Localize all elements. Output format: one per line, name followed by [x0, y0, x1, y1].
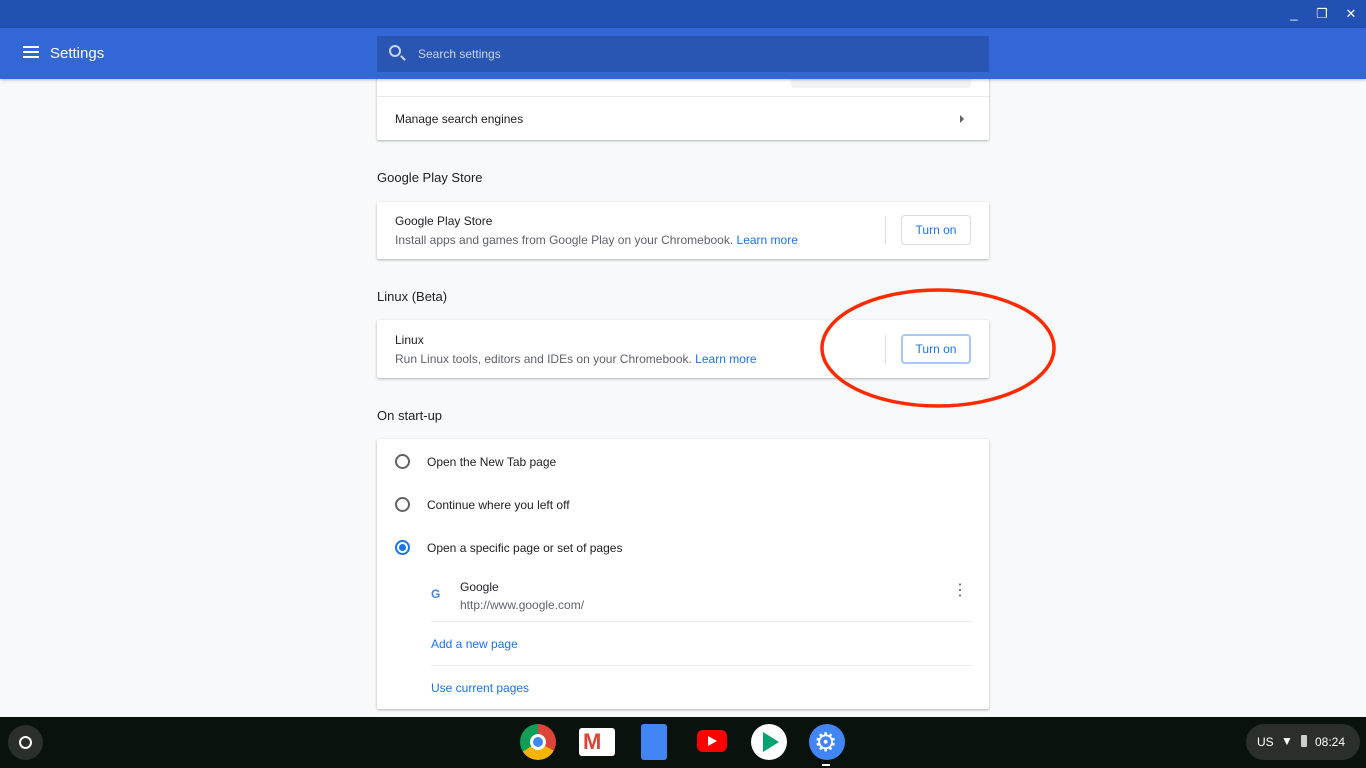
play-store-app-icon[interactable]: [751, 724, 787, 760]
settings-app-icon[interactable]: ⚙: [809, 724, 845, 760]
section-linux: Linux (Beta): [377, 289, 448, 304]
status-tray[interactable]: US ▼ 08:24: [1246, 724, 1360, 760]
radio-label: Continue where you left off: [427, 498, 570, 512]
add-new-page-link[interactable]: Add a new page: [431, 637, 518, 651]
play-store-turn-on-button[interactable]: Turn on: [901, 215, 971, 245]
radio-new-tab[interactable]: [395, 454, 410, 469]
restore-button[interactable]: ❐: [1314, 6, 1330, 22]
clock: 08:24: [1315, 735, 1346, 749]
startup-page-url: http://www.google.com/: [460, 598, 585, 612]
section-startup: On start-up: [377, 408, 443, 423]
arrow-right-icon[interactable]: [960, 115, 964, 123]
learn-more-link[interactable]: Learn more: [695, 352, 756, 366]
linux-desc: Run Linux tools, editors and IDEs on you…: [395, 352, 757, 366]
menu-icon[interactable]: [23, 46, 39, 58]
annotation-ellipse: [820, 288, 1056, 408]
radio-continue[interactable]: [395, 497, 410, 512]
youtube-app-icon[interactable]: [697, 730, 727, 752]
page-title: Settings: [50, 45, 105, 62]
manage-search-engines[interactable]: Manage search engines: [395, 112, 523, 126]
google-favicon-icon: G: [431, 587, 441, 601]
launcher-button[interactable]: [8, 725, 43, 760]
linux-title: Linux: [395, 333, 424, 347]
search-input[interactable]: Search settings: [377, 36, 989, 72]
play-store-title: Google Play Store: [395, 214, 493, 228]
battery-icon: [1301, 735, 1307, 747]
radio-label: Open a specific page or set of pages: [427, 541, 623, 555]
close-button[interactable]: ✕: [1343, 6, 1359, 22]
radio-label: Open the New Tab page: [427, 455, 557, 469]
more-vert-icon[interactable]: ⋮: [952, 583, 968, 599]
minimize-button[interactable]: _: [1286, 6, 1302, 21]
learn-more-link[interactable]: Learn more: [737, 233, 798, 247]
ime-indicator: US: [1257, 735, 1274, 749]
startup-card: Open the New Tab page Continue where you…: [377, 439, 989, 709]
settings-header: Settings Search settings: [0, 28, 1366, 79]
wifi-icon: ▼: [1281, 734, 1293, 748]
chrome-app-icon[interactable]: [520, 724, 556, 760]
play-store-desc: Install apps and games from Google Play …: [395, 233, 798, 247]
active-indicator: [822, 764, 830, 766]
title-bar: _ ❐ ✕: [0, 0, 1366, 28]
docs-app-icon[interactable]: [641, 724, 667, 760]
shelf: M ⚙ US ▼ 08:24: [0, 717, 1366, 768]
section-play-store: Google Play Store: [377, 170, 483, 185]
gmail-app-icon[interactable]: M: [579, 728, 615, 756]
search-icon: [389, 45, 401, 57]
startup-page-name: Google: [460, 580, 499, 594]
radio-specific-pages[interactable]: [395, 540, 410, 555]
search-placeholder: Search settings: [418, 47, 501, 61]
use-current-pages-link[interactable]: Use current pages: [431, 681, 529, 695]
play-store-card: Google Play Store Install apps and games…: [377, 202, 989, 259]
